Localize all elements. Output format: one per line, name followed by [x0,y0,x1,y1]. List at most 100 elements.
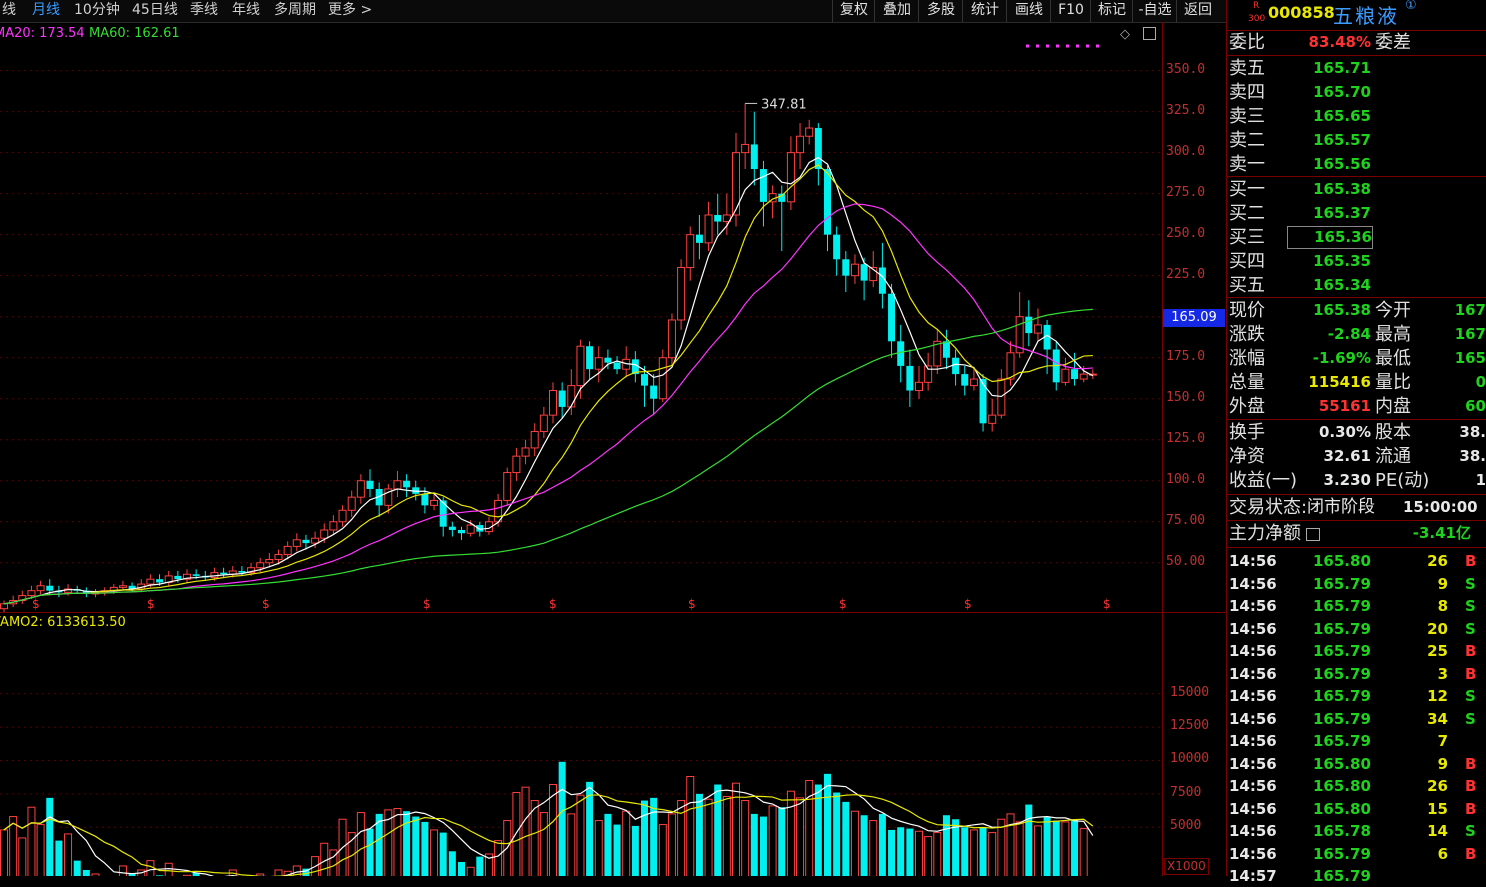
toolbar-button-0[interactable]: 复权 [832,0,875,22]
tick-side: B [1465,754,1477,773]
tick-volume: 20 [1427,619,1448,638]
stat2-row: 换手 0.30% 股本 38. [1227,421,1486,444]
asks-row[interactable]: 卖三 165.65 [1227,105,1486,128]
candle-body [265,559,274,564]
volume-axis-label: 5000 [1170,818,1202,834]
asks-row[interactable]: 卖四 165.70 [1227,81,1486,104]
candle-body [27,590,36,597]
bids-price: 165.36 [1287,226,1373,249]
tick-price: 165.80 [1313,799,1371,818]
main-flow-label: 主力净额 [1229,523,1301,544]
stat-label-2: 最高 [1375,324,1411,345]
badge-300: 300 [1248,14,1266,24]
tick-volume: 12 [1427,687,1448,705]
candle-body [786,152,795,203]
price-axis-label: 175.0 [1166,348,1206,364]
volume-bar [356,812,365,876]
tab-7[interactable]: 更多 > [328,0,372,22]
weibi-row: 委比 83.48% 委差 [1227,31,1486,54]
tick-time: 14:56 [1229,642,1277,660]
list-icon[interactable] [1306,528,1320,541]
tick-row: 14:56 165.79 12 S [1227,685,1486,707]
volume-bar [1061,821,1070,876]
candle-body [750,144,758,170]
candle-body [704,214,713,244]
tab-1[interactable]: 月线 [32,0,60,22]
tab-2[interactable]: 10分钟 [74,0,120,22]
candle-body [347,496,356,511]
tick-volume: 26 [1427,552,1448,570]
toolbar-button-7[interactable]: -自选 [1132,0,1177,22]
pane-divider [0,612,1226,613]
dividend-marker: $ [423,597,431,611]
candle-body [942,341,950,358]
period-toolbar: 日线月线 10分钟 45日线季线年线多周期更多 > 复权叠加多股统计画线F10标记-自… [0,0,1226,23]
tick-side: S [1465,687,1476,705]
bids-price: 165.37 [1313,204,1371,222]
tab-5[interactable]: 年线 [232,0,260,22]
stat-row: 现价 165.38 今开 167 [1227,299,1486,322]
volume-bar [897,827,905,876]
dividend-marker: $ [549,597,557,611]
bids-row[interactable]: 买四 165.35 [1227,250,1486,273]
dividend-marker: $ [839,597,847,611]
tick-price: 165.79 [1313,709,1371,728]
toolbar-button-8[interactable]: 返回 [1176,0,1219,22]
ma60-line [3,308,1093,605]
stat2-row: 净资 32.61 流通 38. [1227,445,1486,468]
asks-row[interactable]: 卖二 165.57 [1227,129,1486,152]
tick-row: 14:56 165.79 6 B [1227,843,1486,865]
tick-volume: 14 [1427,822,1448,840]
bids-row[interactable]: 买五 165.34 [1227,274,1486,297]
stat-label: 现价 [1229,300,1265,321]
stat-label-2: 今开 [1375,300,1411,321]
volume-axis-label: 7500 [1170,784,1202,800]
candle-body [897,341,905,366]
toolbar-button-4[interactable]: 画线 [1006,0,1051,22]
asks-row[interactable]: 卖五 165.71 [1227,57,1486,80]
bids-label: 买四 [1229,251,1265,272]
volume-bar [1033,825,1042,876]
candle-body [833,234,841,260]
diamond-icon[interactable]: ◇ [1120,27,1130,42]
asks-row[interactable]: 卖一 165.56 [1227,153,1486,176]
candle-body [430,499,439,506]
stat2-label-2: PE(动) [1375,470,1430,491]
tab-3[interactable]: 45日线 [132,0,178,22]
tab-4[interactable]: 季线 [190,0,218,22]
toolbar-button-2[interactable]: 多股 [918,0,963,22]
panel-toggle-icon[interactable] [1143,27,1156,40]
toolbar-button-3[interactable]: 统计 [962,0,1007,22]
candle-body [220,572,228,575]
volume-bar [924,836,933,876]
candle-body [695,234,703,243]
candle-body [641,374,648,386]
volume-bar [458,861,465,876]
tick-time: 14:56 [1229,619,1277,638]
volume-bar [366,828,374,876]
candle-body [613,362,621,370]
main-flow-row[interactable]: 主力净额 -3.41亿 [1227,522,1486,545]
tab-0[interactable]: 日线 [0,0,16,22]
toolbar-button-6[interactable]: 标记 [1090,0,1133,22]
candle-body [1071,369,1079,380]
kline-chart[interactable]: 347.81 $ $ $ $ $ $ $ $ $ [0,22,1162,876]
price-axis-label: 250.0 [1166,225,1206,241]
volume-bar [146,860,155,876]
volume-bar [961,827,969,876]
bids-row[interactable]: 买一 165.38 [1227,178,1486,201]
candle-body [677,266,686,321]
tick-time: 14:57 [1229,867,1277,885]
toolbar-button-5[interactable]: F10 [1050,0,1091,22]
tick-side: S [1465,619,1476,638]
tab-6[interactable]: 多周期 [274,0,316,22]
tick-time: 14:56 [1229,844,1277,863]
tick-time: 14:56 [1229,552,1277,570]
bids-row[interactable]: 买三 165.36 [1227,226,1486,249]
toolbar-button-1[interactable]: 叠加 [874,0,919,22]
stat-value: -2.84 [1327,325,1371,343]
stat-label-2: 量比 [1375,372,1411,393]
peak-label: 347.81 [761,97,807,112]
tick-volume: 7 [1437,732,1448,750]
bids-row[interactable]: 买二 165.37 [1227,202,1486,225]
